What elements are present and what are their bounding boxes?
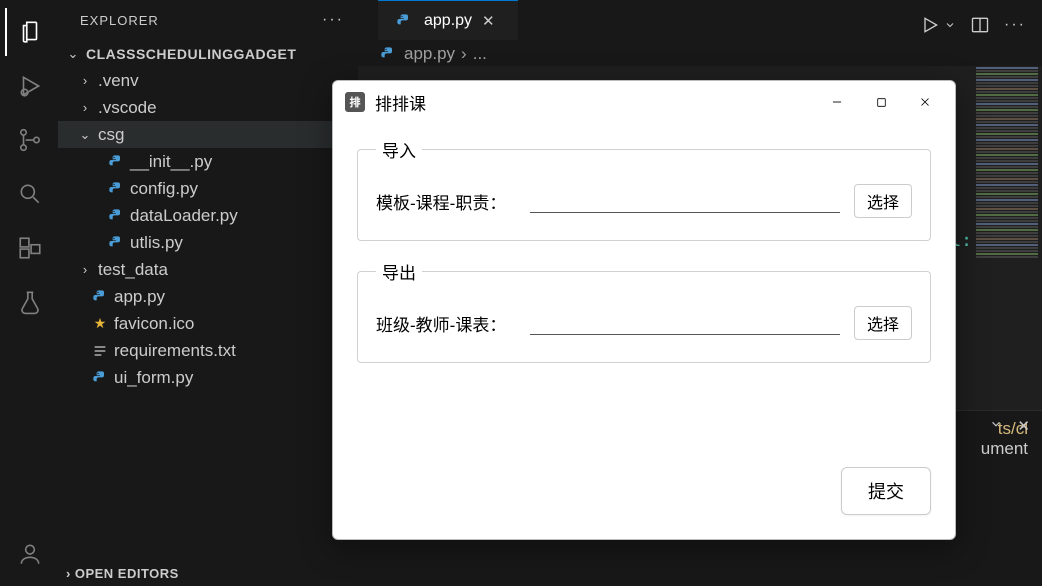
breadcrumb-sep: › — [461, 44, 467, 64]
import-fieldset: 导入 模板-课程-职责： 选择 — [357, 137, 931, 241]
python-file-icon — [90, 368, 110, 388]
python-file-icon — [378, 44, 398, 64]
import-label: 模板-课程-职责： — [376, 189, 524, 214]
file-init[interactable]: __init__.py — [58, 148, 358, 175]
breadcrumb-more: ... — [473, 44, 487, 64]
tree-label: ui_form.py — [114, 368, 193, 388]
export-browse-button[interactable]: 选择 — [854, 306, 912, 340]
explorer-icon[interactable] — [5, 8, 53, 56]
folder-vscode[interactable]: › .vscode — [58, 94, 358, 121]
file-dataLoader[interactable]: dataLoader.py — [58, 202, 358, 229]
text-file-icon — [90, 341, 110, 361]
maximize-button[interactable] — [859, 86, 903, 118]
file-tree: ⌄ CLASSSCHEDULINGGADGET › .venv › .vscod… — [58, 40, 358, 391]
tree-label: config.py — [130, 179, 198, 199]
import-legend: 导入 — [376, 137, 422, 162]
python-file-icon — [106, 206, 126, 226]
tree-label: test_data — [98, 260, 168, 280]
breadcrumb-file: app.py — [404, 44, 455, 64]
dialog-title: 排排课 — [375, 90, 426, 115]
folder-venv[interactable]: › .venv — [58, 67, 358, 94]
tree-label: __init__.py — [130, 152, 212, 172]
explorer-sidebar: EXPLORER ··· ⌄ CLASSSCHEDULINGGADGET › .… — [58, 0, 358, 586]
python-file-icon — [394, 11, 414, 31]
dialog-titlebar[interactable]: 排 排排课 — [333, 81, 955, 123]
split-editor-icon[interactable] — [970, 15, 990, 35]
tree-label: dataLoader.py — [130, 206, 238, 226]
tab-app-py[interactable]: app.py ✕ — [378, 0, 518, 40]
explorer-more-icon[interactable]: ··· — [322, 11, 350, 29]
run-debug-icon[interactable] — [5, 62, 53, 110]
minimize-button[interactable] — [815, 86, 859, 118]
python-file-icon — [106, 233, 126, 253]
python-file-icon — [106, 179, 126, 199]
tree-label: utlis.py — [130, 233, 183, 253]
app-icon: 排 — [345, 92, 365, 112]
activity-bar — [0, 0, 58, 586]
file-favicon[interactable]: ★ favicon.ico — [58, 310, 358, 337]
run-dropdown-icon[interactable] — [944, 19, 956, 31]
terminal-dropdown-icon[interactable] — [989, 417, 1003, 435]
chevron-down-icon: ⌄ — [64, 46, 82, 62]
chevron-right-icon: › — [76, 73, 94, 88]
close-button[interactable] — [903, 86, 947, 118]
tree-label: csg — [98, 125, 124, 145]
extensions-icon[interactable] — [5, 224, 53, 272]
file-config[interactable]: config.py — [58, 175, 358, 202]
editor-more-icon[interactable]: ··· — [1004, 16, 1026, 34]
app-dialog: 排 排排课 导入 模板-课程-职责： 选择 导出 班级-教师-课表： 选择 — [332, 80, 956, 540]
export-legend: 导出 — [376, 259, 422, 284]
account-icon[interactable] — [5, 530, 53, 578]
close-icon[interactable]: ✕ — [482, 12, 495, 30]
terminal-text: ument — [981, 439, 1028, 458]
explorer-header: EXPLORER ··· — [58, 0, 358, 40]
import-path-input[interactable] — [530, 189, 840, 213]
project-name-label: CLASSSCHEDULINGGADGET — [86, 46, 296, 62]
file-app[interactable]: app.py — [58, 283, 358, 310]
file-utlis[interactable]: utlis.py — [58, 229, 358, 256]
file-ui-form[interactable]: ui_form.py — [58, 364, 358, 391]
export-label: 班级-教师-课表： — [376, 311, 524, 336]
open-editors-label: OPEN EDITORS — [75, 566, 179, 581]
file-requirements[interactable]: requirements.txt — [58, 337, 358, 364]
tree-label: .venv — [98, 71, 139, 91]
source-control-icon[interactable] — [5, 116, 53, 164]
python-file-icon — [106, 152, 126, 172]
chevron-down-icon: ⌄ — [76, 127, 94, 143]
chevron-right-icon: › — [76, 262, 94, 277]
open-editors-section[interactable]: › OPEN EDITORS — [58, 560, 358, 586]
explorer-title: EXPLORER — [80, 13, 159, 28]
python-file-icon — [90, 287, 110, 307]
breadcrumb[interactable]: app.py › ... — [378, 44, 487, 64]
run-icon[interactable] — [920, 15, 940, 35]
tree-label: .vscode — [98, 98, 157, 118]
folder-csg[interactable]: ⌄ csg — [58, 121, 358, 148]
folder-test-data[interactable]: › test_data — [58, 256, 358, 283]
tab-label: app.py — [424, 12, 472, 30]
export-path-input[interactable] — [530, 311, 840, 335]
project-root[interactable]: ⌄ CLASSSCHEDULINGGADGET — [58, 40, 358, 67]
submit-button[interactable]: 提交 — [841, 467, 931, 515]
export-fieldset: 导出 班级-教师-课表： 选择 — [357, 259, 931, 363]
tree-label: requirements.txt — [114, 341, 236, 361]
import-browse-button[interactable]: 选择 — [854, 184, 912, 218]
tree-label: favicon.ico — [114, 314, 194, 334]
chevron-right-icon: › — [66, 566, 71, 581]
editor-titlebar: app.py ✕ ··· — [358, 0, 1042, 50]
favicon-icon: ★ — [90, 314, 110, 334]
search-icon[interactable] — [5, 170, 53, 218]
testing-icon[interactable] — [5, 278, 53, 326]
tree-label: app.py — [114, 287, 165, 307]
editor-title-actions: ··· — [920, 0, 1042, 50]
chevron-right-icon: › — [76, 100, 94, 115]
terminal-close-icon[interactable]: ✕ — [1017, 417, 1030, 435]
